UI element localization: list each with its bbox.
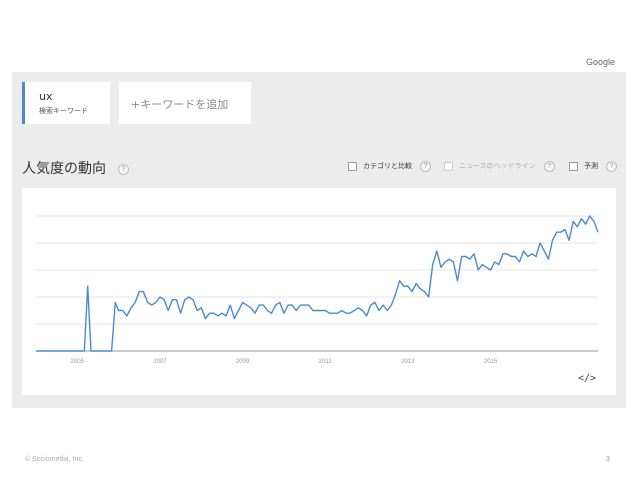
- keyword-card[interactable]: ux 検索キーワード: [22, 82, 110, 124]
- option-compare-category[interactable]: カテゴリと比較 ?: [348, 160, 431, 172]
- chart-card: 2005 2007 2009 2011 2013 2015: [22, 188, 616, 395]
- add-keyword-button[interactable]: +キーワードを追加: [119, 82, 251, 124]
- help-icon[interactable]: ?: [118, 164, 129, 175]
- footer-copyright: © Sociomedia, Inc.: [25, 456, 84, 463]
- checkbox[interactable]: [569, 161, 578, 171]
- option-label: カテゴリと比較: [363, 162, 412, 170]
- help-icon[interactable]: ?: [543, 160, 555, 172]
- footer-page-number: 3: [606, 456, 610, 463]
- checkbox[interactable]: [444, 161, 453, 171]
- x-tick-label: 2009: [236, 359, 250, 365]
- add-keyword-label: +キーワードを追加: [131, 98, 229, 111]
- help-icon[interactable]: ?: [606, 160, 617, 172]
- x-tick-label: 2013: [401, 359, 415, 365]
- option-news-headlines[interactable]: ニュースのヘッドライン ?: [444, 160, 555, 172]
- x-tick-label: 2011: [319, 359, 333, 365]
- google-brand: Google: [586, 57, 616, 67]
- series-line: [36, 215, 599, 352]
- help-icon[interactable]: ?: [420, 160, 431, 172]
- x-tick-label: 2015: [484, 359, 498, 365]
- keyword-subtitle: 検索キーワード: [39, 107, 88, 115]
- checkbox[interactable]: [348, 161, 357, 171]
- x-tick-label: 2007: [153, 359, 167, 365]
- keyword-term: ux: [39, 90, 53, 103]
- x-tick-label: 2005: [71, 359, 85, 365]
- section-title: 人気度の動向: [22, 161, 106, 177]
- interest-over-time-chart: 2005 2007 2009 2011 2013 2015: [36, 215, 599, 365]
- option-label: ニュースのヘッドライン: [459, 162, 536, 170]
- option-forecast[interactable]: 予測 ?: [569, 160, 617, 172]
- code-embed-icon[interactable]: </>: [578, 373, 596, 384]
- option-label: 予測: [584, 162, 598, 170]
